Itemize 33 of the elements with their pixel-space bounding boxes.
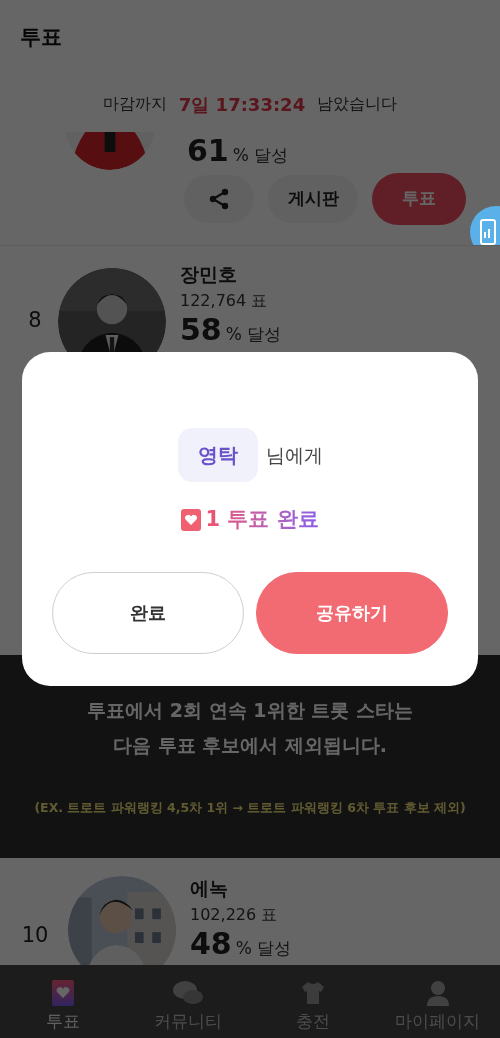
done-button[interactable]: 완료 — [52, 571, 244, 654]
recipient-name: 영탁 — [177, 428, 258, 482]
percent-label: % 달성 — [232, 144, 289, 167]
countdown-time: 7일 17:33:24 — [178, 92, 306, 117]
notice-text: 투표에서 2회 연속 1위한 트롯 스타는 — [87, 698, 413, 724]
rank-number: 10 — [20, 922, 50, 949]
recipient-suffix: 님에게 — [265, 442, 323, 468]
percent-label: % 달성 — [235, 936, 292, 960]
percent-value: 61 — [187, 136, 229, 166]
person-icon — [425, 980, 450, 1006]
share-button[interactable] — [184, 175, 254, 223]
nav-tab[interactable]: 투표 — [0, 965, 125, 1038]
vote-count: 122,764 표 — [180, 289, 269, 312]
vote-button[interactable]: 투표 — [372, 173, 466, 225]
notice-example: (EX. 트로트 파워랭킹 4,5차 1위 → 트로트 파워랭킹 6차 투표 후보 제외) — [34, 799, 466, 818]
rank-number: 8 — [27, 307, 43, 335]
notice-text: 다음 투표 후보에서 제외됩니다. — [112, 732, 387, 758]
candidate-name: 장민호 — [180, 262, 238, 287]
candidate-name: 에녹 — [190, 876, 229, 901]
percent-value: 58 — [180, 314, 222, 345]
percent-label: % 달성 — [225, 322, 282, 346]
phone-chart-icon — [480, 219, 496, 245]
chat-bubbles-icon — [172, 980, 203, 1006]
heart-card-icon — [51, 980, 74, 1006]
shirt-icon — [299, 980, 326, 1006]
board-button[interactable]: 게시판 — [268, 175, 358, 223]
percent-value: 48 — [190, 928, 232, 959]
countdown-label: 마감까지 — [102, 93, 167, 115]
page-title: 투표 — [20, 24, 62, 52]
vote-count: 102,226 표 — [190, 903, 279, 926]
countdown-suffix: 남았습니다 — [317, 93, 398, 115]
share-icon — [207, 187, 231, 211]
share-button[interactable]: 공유하기 — [256, 571, 448, 654]
